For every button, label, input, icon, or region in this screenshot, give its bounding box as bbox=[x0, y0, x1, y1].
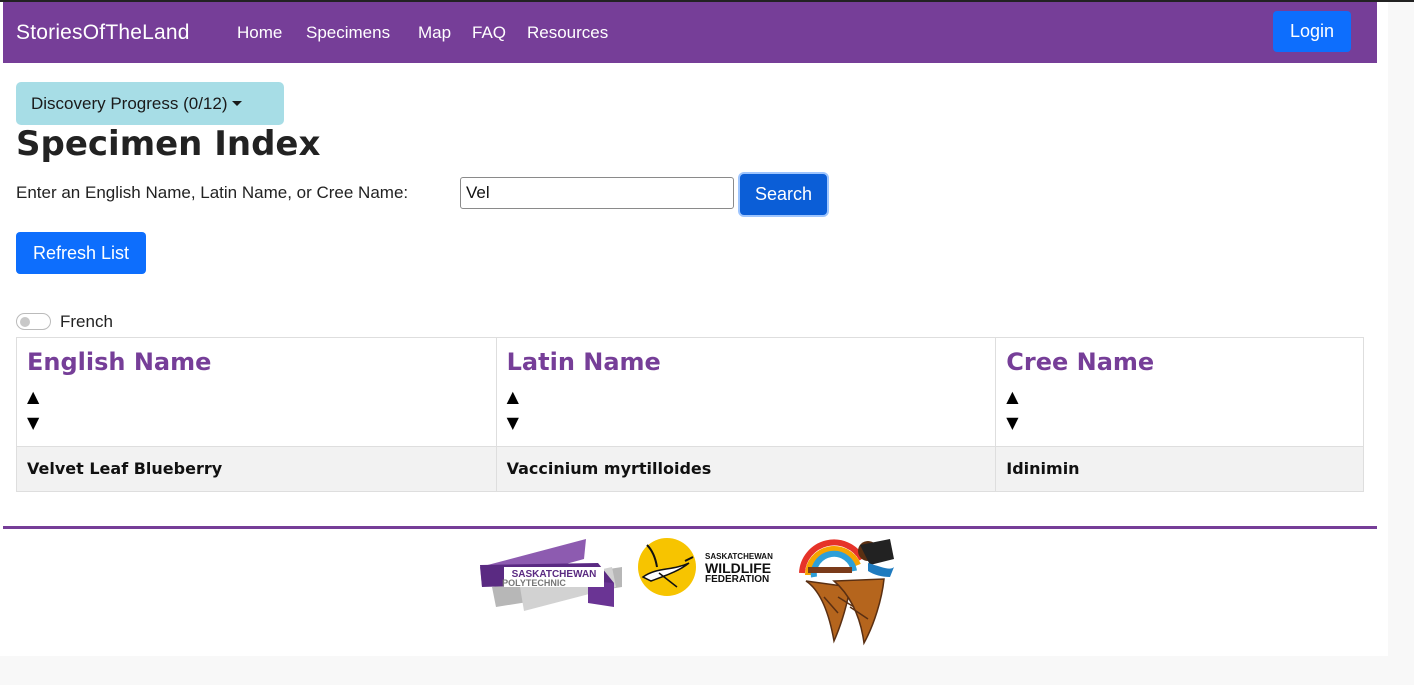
toggle-knob bbox=[20, 317, 30, 327]
sort-asc-icon[interactable]: ▲ bbox=[507, 384, 986, 410]
sort-asc-icon[interactable]: ▲ bbox=[27, 384, 486, 410]
sort-desc-icon[interactable]: ▼ bbox=[507, 410, 986, 436]
nav-resources[interactable]: Resources bbox=[527, 23, 608, 43]
discovery-progress-label: Discovery Progress (0/12) bbox=[31, 93, 228, 113]
cell-latin-name[interactable]: Vaccinium myrtilloides bbox=[495, 446, 997, 492]
sort-desc-icon[interactable]: ▼ bbox=[27, 410, 486, 436]
sort-desc-icon[interactable]: ▼ bbox=[1006, 410, 1353, 436]
nav-home[interactable]: Home bbox=[237, 23, 282, 43]
wildlife-federation-logo: SASKATCHEWAN WILDLIFE FEDERATION bbox=[638, 538, 773, 596]
header-cree-name: Cree Name ▲ ▼ bbox=[995, 337, 1364, 447]
nav-map[interactable]: Map bbox=[418, 23, 451, 43]
french-toggle-label: French bbox=[60, 312, 113, 331]
header-english-name: English Name ▲ ▼ bbox=[16, 337, 497, 447]
navbar: StoriesOfTheLand Home Specimens Map FAQ … bbox=[3, 2, 1377, 63]
search-label: Enter an English Name, Latin Name, or Cr… bbox=[16, 183, 409, 202]
brand-link[interactable]: StoriesOfTheLand bbox=[16, 21, 190, 45]
polytech-line2: POLYTECHNIC bbox=[502, 578, 566, 588]
cell-english-name[interactable]: Velvet Leaf Blueberry bbox=[16, 446, 497, 492]
table-header-row: English Name ▲ ▼ Latin Name ▲ ▼ Cree Nam… bbox=[16, 337, 1364, 447]
nav-faq[interactable]: FAQ bbox=[472, 23, 506, 43]
header-latin-name: Latin Name ▲ ▼ bbox=[495, 337, 997, 447]
eagle-emblem-logo bbox=[799, 539, 894, 646]
wildlife-line3: FEDERATION bbox=[705, 574, 769, 585]
header-cree-label[interactable]: Cree Name bbox=[1006, 348, 1353, 376]
footer-divider bbox=[3, 526, 1377, 529]
table-row[interactable]: Velvet Leaf Blueberry Vaccinium myrtillo… bbox=[16, 446, 1364, 492]
header-english-label[interactable]: English Name bbox=[27, 348, 486, 376]
sort-asc-icon[interactable]: ▲ bbox=[1006, 384, 1353, 410]
search-input[interactable] bbox=[460, 177, 734, 209]
nav-specimens[interactable]: Specimens bbox=[306, 23, 390, 43]
caret-down-icon bbox=[231, 100, 242, 106]
sask-polytechnic-logo: SASKATCHEWAN POLYTECHNIC bbox=[480, 539, 622, 611]
page-title: Specimen Index bbox=[16, 124, 321, 164]
header-latin-label[interactable]: Latin Name bbox=[507, 348, 986, 376]
refresh-list-button[interactable]: Refresh List bbox=[16, 232, 146, 274]
french-toggle[interactable] bbox=[16, 313, 51, 330]
discovery-progress-dropdown[interactable]: Discovery Progress (0/12) bbox=[16, 82, 284, 125]
specimen-table: English Name ▲ ▼ Latin Name ▲ ▼ Cree Nam… bbox=[16, 337, 1364, 492]
login-button[interactable]: Login bbox=[1273, 11, 1351, 52]
search-button[interactable]: Search bbox=[738, 172, 829, 217]
cell-cree-name[interactable]: Idinimin bbox=[995, 446, 1364, 492]
